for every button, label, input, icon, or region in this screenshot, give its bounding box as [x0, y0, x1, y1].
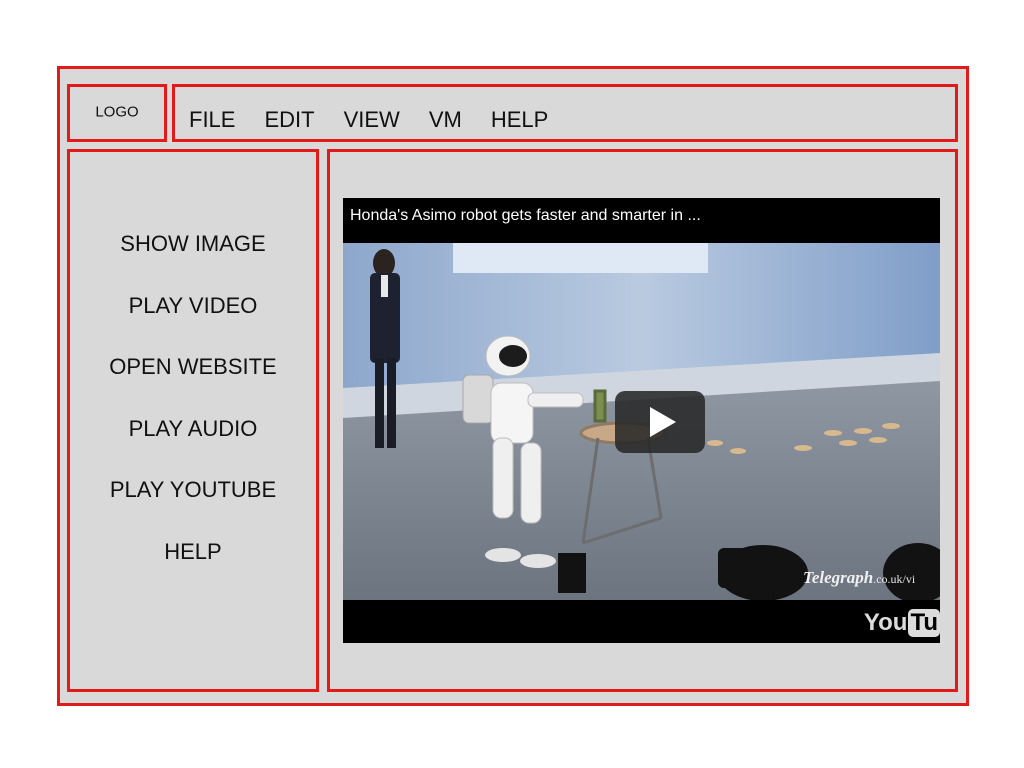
- logo-box[interactable]: LOGO: [67, 84, 167, 142]
- sidebar-list: SHOW IMAGE PLAY VIDEO OPEN WEBSITE PLAY …: [70, 229, 316, 598]
- logo-label: LOGO: [95, 103, 139, 121]
- sidebar-item-help[interactable]: HELP: [70, 537, 316, 599]
- menu-item-file[interactable]: FILE: [189, 107, 235, 133]
- video-watermark: Telegraph.co.uk/vi: [803, 568, 916, 587]
- youtube-bar: [343, 600, 940, 643]
- video-title[interactable]: Honda's Asimo robot gets faster and smar…: [350, 207, 701, 225]
- menu-bar: FILE EDIT VIEW VM HELP: [172, 84, 958, 142]
- menu-items: FILE EDIT VIEW VM HELP: [189, 107, 577, 133]
- scene-screen: [453, 243, 708, 273]
- sidebar-item-play-audio[interactable]: PLAY AUDIO: [70, 414, 316, 476]
- menu-item-edit[interactable]: EDIT: [264, 107, 314, 133]
- sidebar: SHOW IMAGE PLAY VIDEO OPEN WEBSITE PLAY …: [67, 149, 319, 692]
- sidebar-item-show-image[interactable]: SHOW IMAGE: [70, 229, 316, 291]
- video-player[interactable]: Honda's Asimo robot gets faster and smar…: [343, 198, 940, 643]
- youtube-logo[interactable]: You Tu: [864, 609, 940, 637]
- menu-item-vm[interactable]: VM: [429, 107, 462, 133]
- sidebar-item-play-video[interactable]: PLAY VIDEO: [70, 291, 316, 353]
- play-button[interactable]: [615, 391, 705, 453]
- sidebar-item-open-website[interactable]: OPEN WEBSITE: [70, 352, 316, 414]
- menu-item-view[interactable]: VIEW: [344, 107, 400, 133]
- sidebar-item-play-youtube[interactable]: PLAY YOUTUBE: [70, 475, 316, 537]
- play-icon: [650, 407, 676, 437]
- menu-item-help[interactable]: HELP: [491, 107, 548, 133]
